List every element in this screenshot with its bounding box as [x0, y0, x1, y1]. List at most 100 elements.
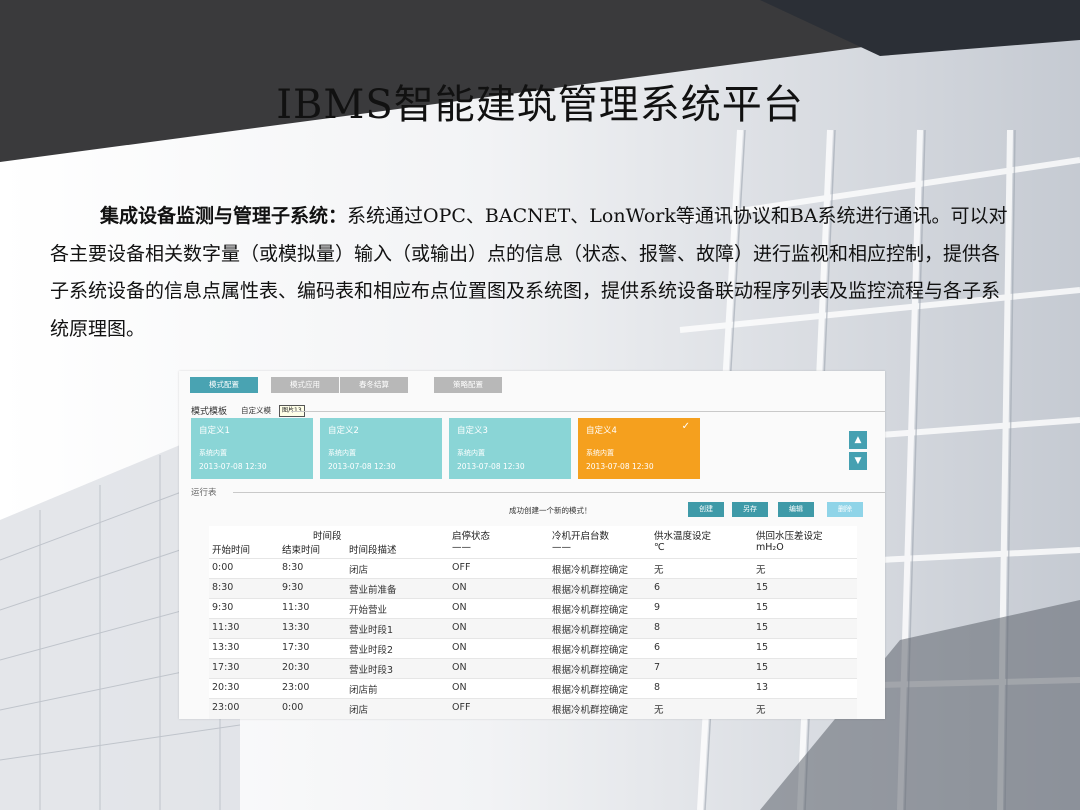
table-cell: 8 — [654, 682, 661, 693]
template-hint: 自定义模 — [241, 406, 271, 415]
table-cell: 15 — [756, 622, 769, 633]
table-cell: 15 — [756, 662, 769, 673]
column-subheader: —— — [552, 542, 571, 553]
table-cell: 6 — [654, 642, 661, 653]
mode-card-2[interactable]: 自定义2 系统内置 2013-07-08 12:30 — [320, 418, 442, 479]
tab-strategy-config[interactable]: 策略配置 — [434, 377, 502, 393]
table-row[interactable]: 20:30 23:00 闭店前 ON 根据冷机群控确定 8 13 — [209, 678, 857, 699]
table-row[interactable]: 11:30 13:30 营业时段1 ON 根据冷机群控确定 8 15 — [209, 618, 857, 639]
column-header: 冷机开启台数 — [552, 531, 610, 542]
table-cell: 根据冷机群控确定 — [552, 645, 629, 656]
card-subtitle: 系统内置 — [328, 449, 356, 457]
card-title: 自定义1 — [199, 426, 230, 436]
check-icon: ✓ — [681, 421, 690, 432]
scroll-down-button[interactable]: ▼ — [849, 452, 867, 470]
card-subtitle: 系统内置 — [457, 449, 485, 457]
table-cell: 营业时段3 — [349, 665, 394, 676]
table-row[interactable]: 13:30 17:30 营业时段2 ON 根据冷机群控确定 6 15 — [209, 638, 857, 659]
column-subheader: ℃ — [654, 542, 665, 553]
table-cell: 11:30 — [212, 622, 240, 633]
table-cell: 9:30 — [282, 582, 304, 593]
table-cell: 闭店 — [349, 705, 369, 716]
column-header: 供回水压差设定 — [756, 531, 823, 542]
column-group-header: 时间段 — [313, 531, 342, 542]
table-cell: 23:00 — [212, 702, 240, 713]
table-cell: 7 — [654, 662, 661, 673]
card-subtitle: 系统内置 — [586, 449, 614, 457]
table-cell: OFF — [452, 562, 471, 573]
table-cell: OFF — [452, 702, 471, 713]
card-subtitle: 系统内置 — [199, 449, 227, 457]
table-row[interactable]: 23:00 0:00 闭店 OFF 根据冷机群控确定 无 无 — [209, 698, 857, 719]
table-cell: 15 — [756, 602, 769, 613]
card-title: 自定义2 — [328, 426, 359, 436]
table-cell: 8:30 — [212, 582, 234, 593]
table-cell: 根据冷机群控确定 — [552, 665, 629, 676]
table-cell: 营业前准备 — [349, 585, 397, 596]
table-row[interactable]: 8:30 9:30 营业前准备 ON 根据冷机群控确定 6 15 — [209, 578, 857, 599]
column-header: 时间段描述 — [349, 545, 397, 556]
column-header: 启停状态 — [452, 531, 491, 542]
schedule-table: 时间段 开始时间 结束时间 时间段描述 启停状态 冷机开启台数 供水温度设定 供… — [209, 526, 857, 719]
delete-button[interactable]: 删除 — [827, 502, 863, 517]
table-cell: 根据冷机群控确定 — [552, 585, 629, 596]
table-cell: 13:30 — [212, 642, 240, 653]
table-cell: 无 — [654, 565, 664, 576]
column-subheader: mH₂O — [756, 542, 784, 553]
table-cell: 0:00 — [212, 562, 234, 573]
slide-title: IBMS智能建筑管理系统平台 — [276, 82, 804, 128]
table-cell: ON — [452, 622, 467, 633]
tab-mode-config[interactable]: 模式配置 — [190, 377, 258, 393]
table-row[interactable]: 0:00 8:30 闭店 OFF 根据冷机群控确定 无 无 — [209, 558, 857, 579]
table-row[interactable]: 9:30 11:30 开始营业 ON 根据冷机群控确定 9 15 — [209, 598, 857, 619]
divider — [233, 492, 885, 493]
table-cell: 23:00 — [282, 682, 310, 693]
mode-card-3[interactable]: 自定义3 系统内置 2013-07-08 12:30 — [449, 418, 571, 479]
template-section-label: 模式模板 — [191, 407, 228, 417]
table-cell: ON — [452, 642, 467, 653]
table-cell: 11:30 — [282, 602, 310, 613]
table-cell: 根据冷机群控确定 — [552, 625, 629, 636]
table-cell: 17:30 — [282, 642, 310, 653]
table-cell: 根据冷机群控确定 — [552, 685, 629, 696]
column-header: 供水温度设定 — [654, 531, 712, 542]
table-cell: 20:30 — [282, 662, 310, 673]
body-bold-lead: 集成设备监测与管理子系统： — [100, 205, 348, 227]
table-cell: 13 — [756, 682, 769, 693]
tab-settlement[interactable]: 春冬结算 — [340, 377, 408, 393]
table-cell: 8:30 — [282, 562, 304, 573]
table-cell: 15 — [756, 642, 769, 653]
scroll-up-button[interactable]: ▲ — [849, 431, 867, 449]
table-cell: 无 — [654, 705, 664, 716]
mode-card-4-selected[interactable]: 自定义4 ✓ 系统内置 2013-07-08 12:30 — [578, 418, 700, 479]
table-cell: ON — [452, 662, 467, 673]
save-as-button[interactable]: 另存 — [732, 502, 768, 517]
card-title: 自定义4 — [586, 426, 617, 436]
create-button[interactable]: 创建 — [688, 502, 724, 517]
mode-card-1[interactable]: 自定义1 系统内置 2013-07-08 12:30 — [191, 418, 313, 479]
status-message: 成功创建一个新的模式！ — [509, 506, 592, 515]
table-cell: ON — [452, 682, 467, 693]
table-cell: 9 — [654, 602, 661, 613]
card-date: 2013-07-08 12:30 — [328, 462, 396, 471]
table-row[interactable]: 17:30 20:30 营业时段3 ON 根据冷机群控确定 7 15 — [209, 658, 857, 679]
column-header: 开始时间 — [212, 545, 251, 556]
schedule-config-panel: 模式配置 模式应用 春冬结算 策略配置 模式模板 自定义模 图片13 自定义1 … — [179, 371, 885, 719]
tab-mode-apply[interactable]: 模式应用 — [271, 377, 339, 393]
table-cell: 8 — [654, 622, 661, 633]
table-cell: 根据冷机群控确定 — [552, 605, 629, 616]
divider — [291, 411, 885, 412]
table-cell: ON — [452, 602, 467, 613]
table-cell: 营业时段2 — [349, 645, 394, 656]
table-cell: 闭店前 — [349, 685, 378, 696]
table-cell: 15 — [756, 582, 769, 593]
column-header: 结束时间 — [282, 545, 321, 556]
edit-button[interactable]: 编辑 — [778, 502, 814, 517]
table-cell: 闭店 — [349, 565, 369, 576]
table-cell: 营业时段1 — [349, 625, 394, 636]
card-date: 2013-07-08 12:30 — [586, 462, 654, 471]
table-cell: 开始营业 — [349, 605, 388, 616]
card-date: 2013-07-08 12:30 — [199, 462, 267, 471]
table-cell: 20:30 — [212, 682, 240, 693]
column-subheader: —— — [452, 542, 471, 553]
